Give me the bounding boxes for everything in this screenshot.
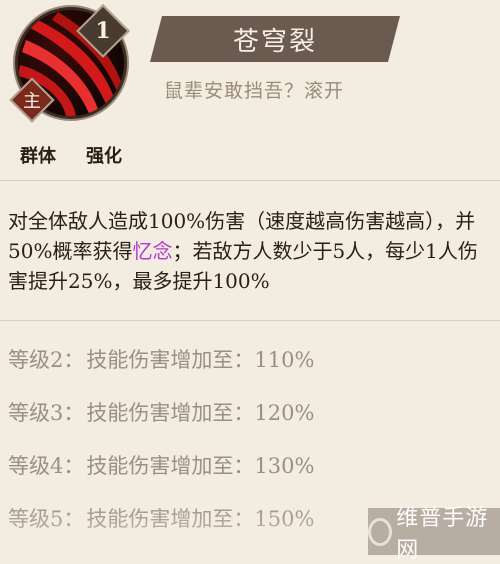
skill-header: 1 主 苍穹裂 鼠辈安敢挡吾？滚开 (0, 0, 500, 125)
divider (0, 320, 500, 321)
highlight-keyword[interactable]: 忆念 (132, 239, 172, 263)
skill-level: 1 (95, 18, 111, 44)
skill-tags: 群体 强化 (20, 142, 122, 168)
level-effect: 技能伤害增加至：110% (86, 347, 315, 372)
watermark: 维普手游网 (368, 506, 500, 563)
level-row: 等级2： 技能伤害增加至：110% (8, 332, 494, 385)
level-label: 等级5： (8, 506, 85, 531)
level-label: 等级4： (8, 453, 85, 478)
level-label: 等级3： (8, 400, 85, 425)
skill-description: 对全体敌人造成100%伤害（速度越高伤害越高），并50%概率获得忆念；若敌方人数… (8, 206, 494, 296)
role-badge-text: 主 (23, 91, 41, 112)
level-effect: 技能伤害增加至：150% (86, 506, 315, 531)
tag-aoe: 群体 (20, 146, 56, 167)
level-row: 等级3： 技能伤害增加至：120% (8, 385, 494, 438)
skill-quote: 鼠辈安敢挡吾？滚开 (164, 80, 345, 102)
level-effect: 技能伤害增加至：120% (86, 400, 315, 425)
watermark-text: 维普手游网 (396, 505, 489, 563)
divider (0, 180, 500, 181)
level-row: 等级4： 技能伤害增加至：130% (8, 438, 494, 491)
level-label: 等级2： (8, 347, 85, 372)
skill-name: 苍穹裂 (232, 26, 317, 57)
watermark-logo-icon (368, 517, 393, 546)
level-effect: 技能伤害增加至：130% (86, 453, 315, 478)
tag-buff: 强化 (86, 146, 122, 167)
skill-name-banner: 苍穹裂 (150, 16, 400, 62)
